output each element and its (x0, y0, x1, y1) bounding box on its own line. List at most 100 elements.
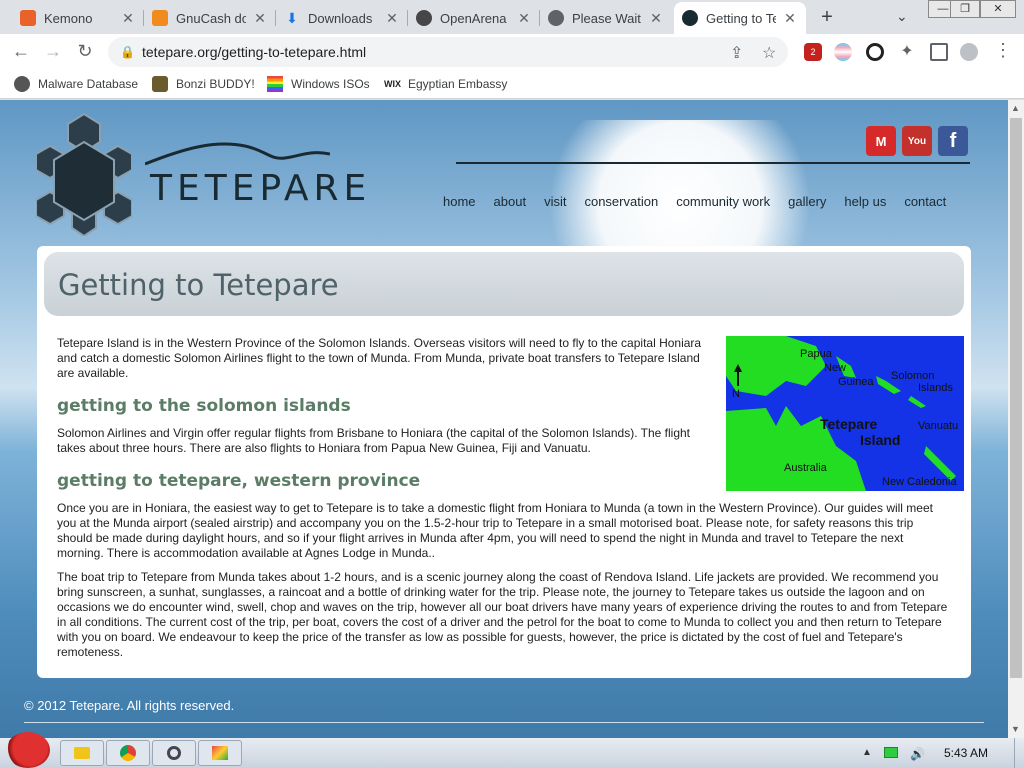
tab-title: Downloads (308, 10, 373, 26)
bookmark-egyptian-embassy[interactable]: WIX Egyptian Embassy (384, 76, 507, 92)
nav-divider (456, 162, 970, 164)
section-text-boat-trip: The boat trip to Tetepare from Munda tak… (57, 570, 948, 659)
map-north-label: N (732, 388, 740, 400)
tetepare-wordmark[interactable]: TETEPARE (150, 168, 371, 209)
taskbar-paint-button[interactable] (198, 740, 242, 766)
close-tab-icon[interactable]: ✕ (782, 10, 798, 27)
tab-kemono[interactable]: Kemono ✕ (12, 2, 144, 34)
map-label-tetepare: Tetepare (820, 416, 878, 432)
ublock-extension-icon[interactable]: 2 (804, 43, 822, 61)
nav-gallery[interactable]: gallery (788, 194, 826, 209)
tab-title: GnuCash do (176, 10, 246, 26)
nav-contact[interactable]: contact (904, 194, 946, 209)
nav-home[interactable]: home (443, 194, 476, 209)
turtle-favicon-icon (682, 10, 698, 26)
profile-avatar[interactable] (960, 43, 978, 61)
close-tab-icon[interactable]: ✕ (516, 10, 532, 27)
app-icon (167, 746, 181, 760)
sync-extension-icon[interactable] (866, 43, 884, 61)
volume-icon[interactable]: 🔊 (910, 747, 925, 761)
malware-icon (14, 76, 30, 92)
map-label-islands: Islands (918, 382, 953, 394)
intro-paragraph: Tetepare Island is in the Western Provin… (57, 336, 702, 380)
rainbow-flag-icon (267, 76, 283, 92)
taskbar-chrome-button[interactable] (106, 740, 150, 766)
new-tab-button[interactable]: + (816, 6, 838, 29)
bookmarks-bar: Malware Database Bonzi BUDDY! Windows IS… (0, 70, 1024, 99)
taskbar-app-button[interactable] (152, 740, 196, 766)
taskbar-clock[interactable]: 5:43 AM (944, 746, 988, 760)
nav-conservation[interactable]: conservation (584, 194, 658, 209)
email-icon[interactable]: M (866, 126, 896, 156)
close-tab-icon[interactable]: ✕ (252, 10, 268, 27)
more-menu-icon[interactable]: ⋮ (992, 40, 1014, 61)
scroll-down-arrow-icon[interactable]: ▼ (1011, 724, 1020, 734)
tab-title: OpenArena E (440, 10, 510, 26)
tab-title: Please Wait (572, 10, 641, 26)
forward-button[interactable]: → (42, 41, 64, 62)
tab-search-button[interactable]: ⌄ (896, 8, 908, 25)
bookmark-windows-isos[interactable]: Windows ISOs (267, 76, 370, 92)
extension-badge: 2 (810, 47, 816, 57)
close-window-button[interactable]: ✕ (980, 0, 1016, 18)
facebook-icon-label: f (949, 129, 957, 152)
tray-expand-icon[interactable]: ▲ (862, 747, 872, 758)
download-icon: ⬇ (286, 10, 298, 26)
tab-please-wait[interactable]: Please Wait ✕ (540, 2, 672, 34)
facebook-icon[interactable]: f (938, 126, 968, 156)
tab-downloads[interactable]: ⬇ Downloads ✕ (276, 2, 408, 34)
network-icon[interactable] (884, 747, 898, 758)
address-bar[interactable]: 🔒 tetepare.org/getting-to-tetepare.html … (108, 37, 788, 67)
section-heading-western-province: getting to tetepare, western province (57, 471, 421, 491)
section-heading-solomon-islands: getting to the solomon islands (57, 396, 351, 416)
reload-button[interactable]: ↻ (74, 41, 96, 62)
windows-taskbar: ▲ 🔊 5:43 AM (0, 732, 1024, 768)
solomon-islands-map[interactable]: Papua New Guinea Solomon Islands Tetepar… (726, 336, 964, 491)
lock-icon[interactable]: 🔒 (120, 45, 135, 59)
url-text[interactable]: tetepare.org/getting-to-tetepare.html (142, 44, 366, 60)
kemono-favicon-icon (20, 10, 36, 26)
nav-help-us[interactable]: help us (844, 194, 886, 209)
section-text-western-province: Once you are in Honiara, the easiest way… (57, 501, 933, 560)
page-scrollbar[interactable]: ▲ ▼ (1008, 100, 1024, 738)
map-label-new-caledonia: New Caledonia (882, 476, 957, 488)
scroll-up-arrow-icon[interactable]: ▲ (1011, 103, 1020, 113)
page-viewport: TETEPARE M You f home about visit conser… (0, 100, 1008, 738)
share-icon[interactable]: ⇪ (730, 43, 743, 63)
youtube-icon-label: You (907, 135, 927, 147)
maximize-button[interactable]: ❐ (950, 0, 980, 18)
back-button[interactable]: ← (10, 41, 32, 62)
bookmark-label: Egyptian Embassy (408, 77, 508, 91)
side-panel-icon[interactable] (930, 43, 948, 61)
gnucash-favicon-icon (152, 10, 168, 26)
youtube-icon[interactable]: You (902, 126, 932, 156)
tab-getting-to-tetepare[interactable]: Getting to Te ✕ (674, 2, 806, 34)
nav-about[interactable]: about (494, 194, 527, 209)
tab-openarena[interactable]: OpenArena E ✕ (408, 2, 540, 34)
nav-community-work[interactable]: community work (676, 194, 770, 209)
wave-logo-icon (145, 142, 330, 166)
bookmark-star-icon[interactable]: ☆ (762, 43, 776, 63)
bookmark-label: Bonzi BUDDY! (176, 77, 255, 91)
extensions-puzzle-icon[interactable]: ✦ (898, 43, 916, 61)
map-label-australia: Australia (784, 462, 827, 474)
tetepare-turtle-logo-icon (36, 112, 132, 236)
email-icon-label: M (875, 133, 887, 149)
show-desktop-button[interactable] (1014, 738, 1024, 768)
map-label-solomon: Solomon (891, 370, 935, 382)
footer-copyright: © 2012 Tetepare. All rights reserved. (24, 698, 235, 713)
section-text-solomon-islands: Solomon Airlines and Virgin offer regula… (57, 426, 691, 455)
bookmark-bonzi-buddy[interactable]: Bonzi BUDDY! (152, 76, 255, 92)
flag-extension-icon[interactable] (834, 43, 852, 61)
start-button-angry-bird-icon[interactable] (6, 732, 50, 768)
close-tab-icon[interactable]: ✕ (648, 10, 664, 27)
scrollbar-thumb[interactable] (1010, 118, 1022, 678)
close-tab-icon[interactable]: ✕ (384, 10, 400, 27)
tab-gnucash[interactable]: GnuCash do ✕ (144, 2, 276, 34)
bookmark-malware-database[interactable]: Malware Database (14, 76, 138, 92)
close-tab-icon[interactable]: ✕ (120, 10, 136, 27)
nav-visit[interactable]: visit (544, 194, 566, 209)
bookmark-label: Malware Database (38, 77, 139, 91)
taskbar-explorer-button[interactable] (60, 740, 104, 766)
bookmark-label: Windows ISOs (291, 77, 370, 91)
